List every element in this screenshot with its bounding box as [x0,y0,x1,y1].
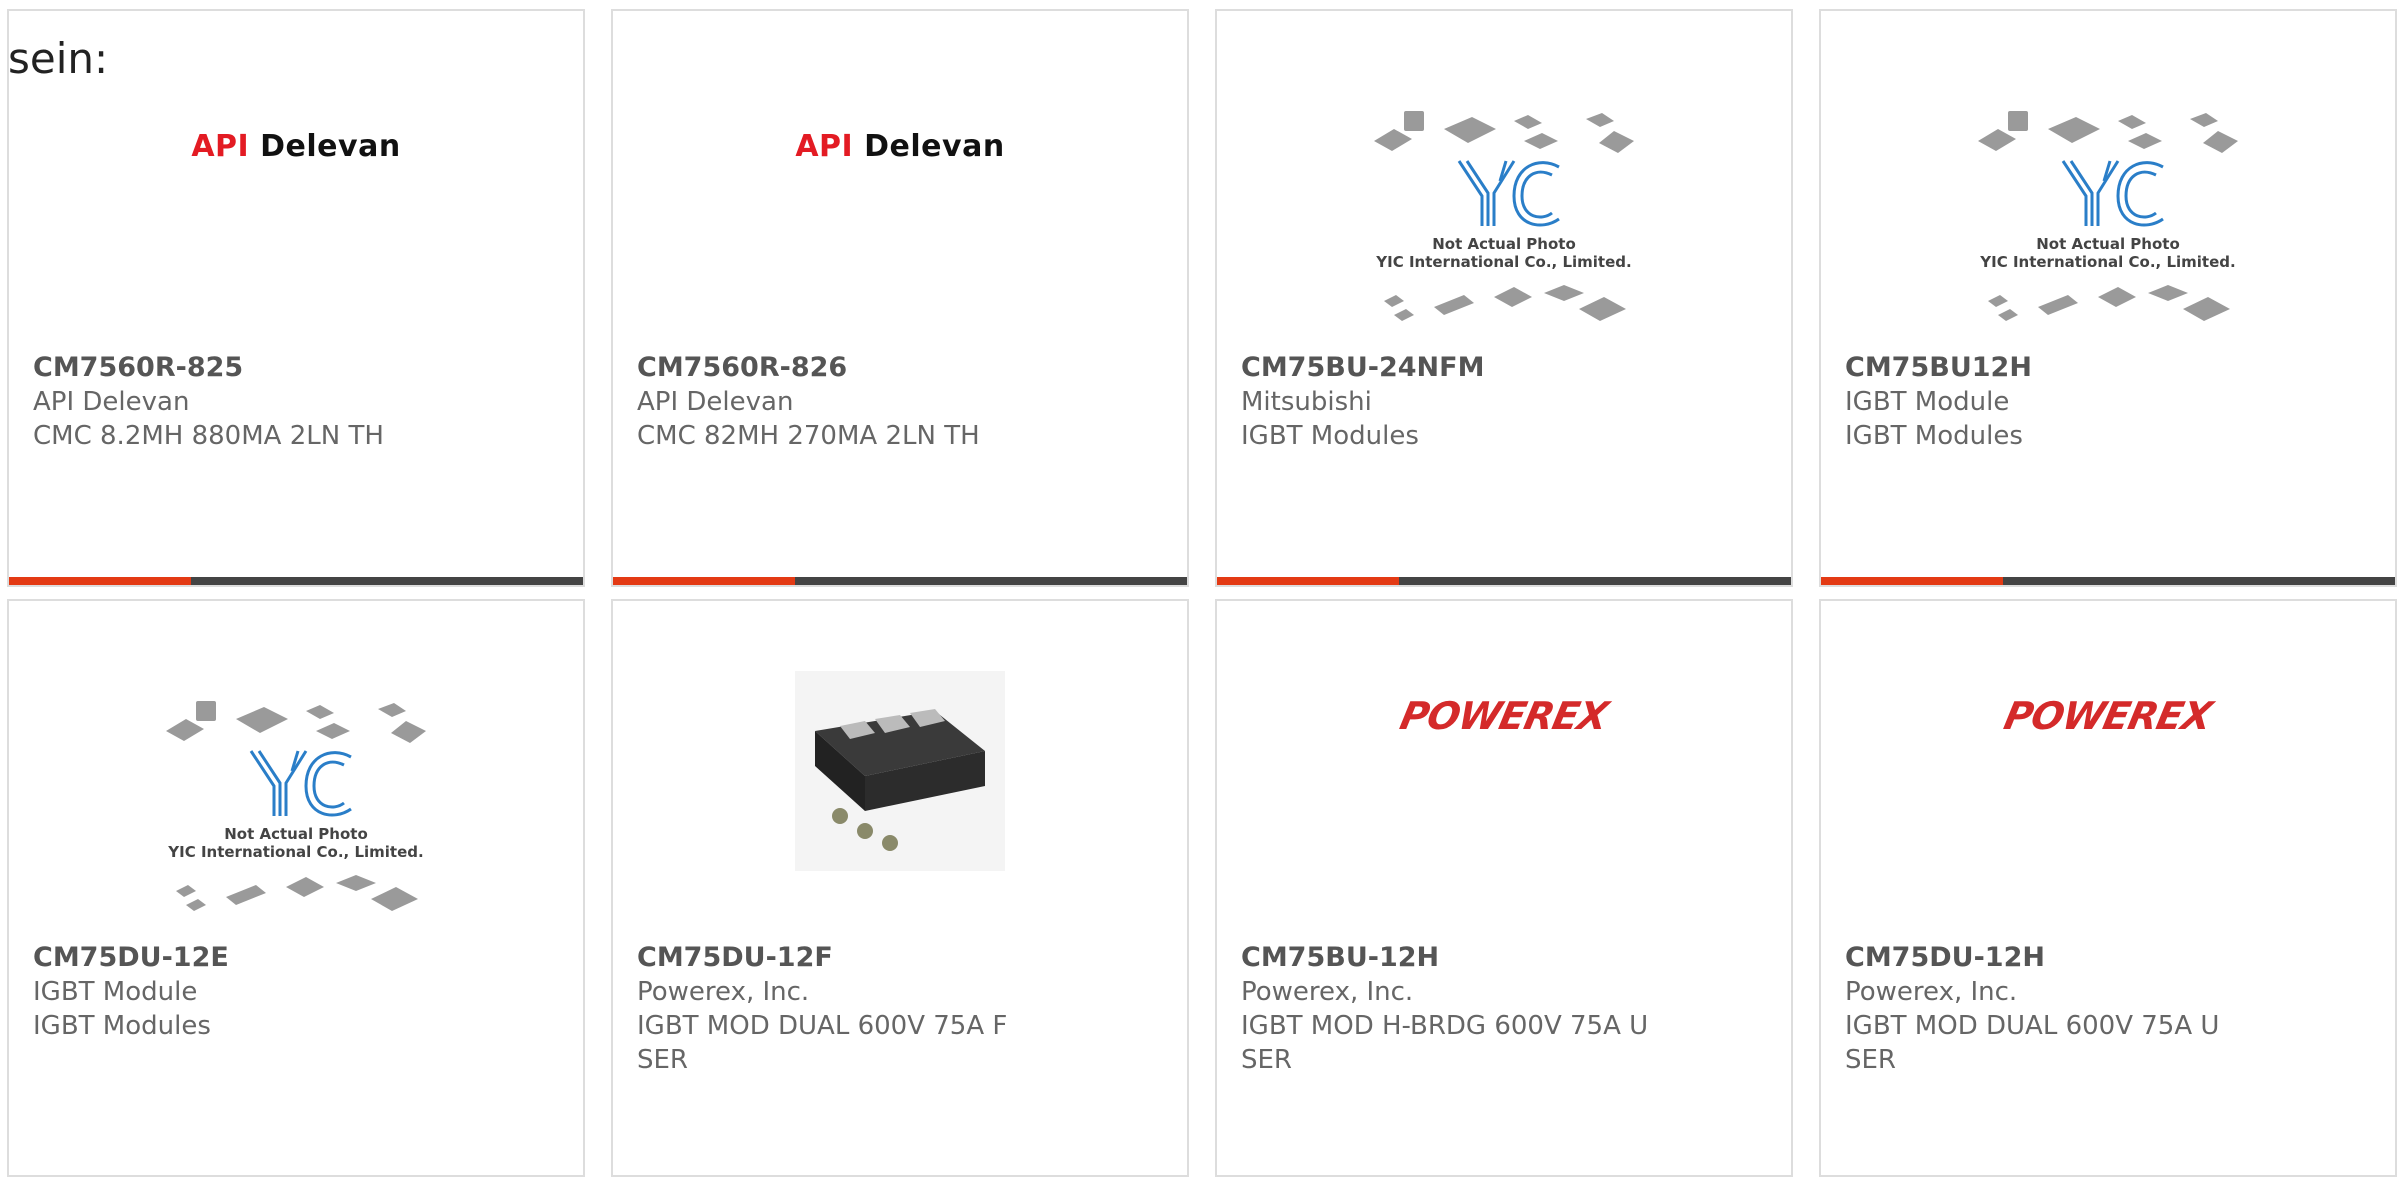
svg-text:YIC International Co., Limited: YIC International Co., Limited. [1979,253,2235,271]
svg-text:Not Actual Photo: Not Actual Photo [1432,235,1576,253]
part-number[interactable]: CM7560R-825 [33,351,443,385]
product-card[interactable]: CM75DU-12F Powerex, Inc. IGBT MOD DUAL 6… [611,599,1189,1177]
part-number[interactable]: CM7560R-826 [637,351,1047,385]
part-number[interactable]: CM75DU-12H [1845,941,2255,975]
manufacturer: API Delevan [637,387,794,417]
description: CMC 8.2MH 880MA 2LN TH [33,421,384,451]
svg-text:YIC International Co., Limited: YIC International Co., Limited. [1375,253,1631,271]
product-card[interactable]: API Delevan CM7560R-826 API Delevan CMC … [611,9,1189,587]
product-card[interactable]: Not Actual Photo YIC International Co., … [1819,9,2397,587]
description: IGBT Modules [1241,421,1419,451]
description: IGBT Modules [1845,421,2023,451]
manufacturer: API Delevan [33,387,190,417]
manufacturer: Powerex, Inc. [1845,977,2018,1007]
product-card[interactable]: POWEREX CM75DU-12H Powerex, Inc. IGBT MO… [1819,599,2397,1177]
yic-placeholder-image: Not Actual Photo YIC International Co., … [1821,101,2395,351]
product-card[interactable]: Not Actual Photo YIC International Co., … [7,599,585,1177]
manufacturer: Mitsubishi [1241,387,1372,417]
description: IGBT MOD DUAL 600V 75A F SER [637,1011,1008,1075]
product-card[interactable]: API Delevan CM7560R-825 API Delevan CMC … [7,9,585,587]
card-bar [9,577,583,585]
part-number[interactable]: CM75BU-12H [1241,941,1651,975]
manufacturer: Powerex, Inc. [1241,977,1414,1007]
svg-text:Not Actual Photo: Not Actual Photo [2036,235,2180,253]
powerex-logo: POWEREX [1396,694,1612,738]
description: IGBT Modules [33,1011,211,1041]
manufacturer: Powerex, Inc. [637,977,810,1007]
product-card[interactable]: Not Actual Photo YIC International Co., … [1215,9,1793,587]
yic-placeholder-image: Not Actual Photo YIC International Co., … [1217,101,1791,351]
igbt-module-photo [613,671,1187,871]
description: IGBT MOD DUAL 600V 75A U SER [1845,1011,2220,1075]
description: CMC 82MH 270MA 2LN TH [637,421,980,451]
manufacturer: IGBT Module [1845,387,2010,417]
card-bar [1217,577,1791,585]
card-bar [1821,577,2395,585]
part-number[interactable]: CM75DU-12F [637,941,1047,975]
svg-text:YIC International Co., Limited: YIC International Co., Limited. [167,843,423,861]
product-card[interactable]: POWEREX CM75BU-12H Powerex, Inc. IGBT MO… [1215,599,1793,1177]
powerex-logo: POWEREX [2000,694,2216,738]
svg-text:Not Actual Photo: Not Actual Photo [224,825,368,843]
part-number[interactable]: CM75BU-24NFM [1241,351,1651,385]
intro-text: sein: [8,34,109,83]
api-delevan-logo: API Delevan [795,128,1005,164]
card-bar [613,577,1187,585]
part-number[interactable]: CM75BU12H [1845,351,2255,385]
description: IGBT MOD H-BRDG 600V 75A U SER [1241,1011,1649,1075]
part-number[interactable]: CM75DU-12E [33,941,443,975]
yic-placeholder-image: Not Actual Photo YIC International Co., … [9,691,583,941]
manufacturer: IGBT Module [33,977,198,1007]
